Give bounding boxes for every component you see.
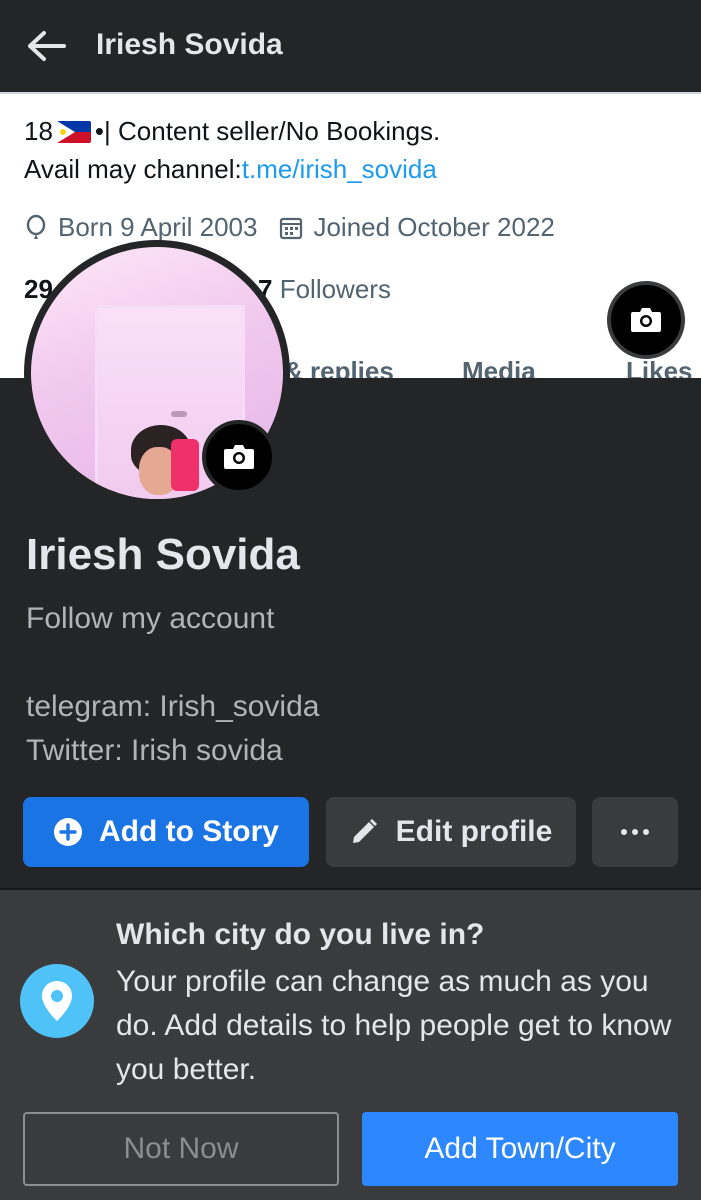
cover-meta: Born 9 April 2003 Joined October 2022 <box>24 212 577 243</box>
more-options-button[interactable] <box>592 797 678 867</box>
pencil-icon <box>352 819 377 843</box>
not-now-button[interactable]: Not Now <box>23 1112 339 1186</box>
add-to-story-button[interactable]: Add to Story <box>23 797 309 867</box>
tab-replies: & replies <box>284 356 394 378</box>
edit-profile-label: Edit profile <box>395 815 553 848</box>
camera-icon <box>224 445 254 469</box>
balloon-icon <box>26 214 46 239</box>
more-dots-icon <box>621 829 649 835</box>
tab-likes: Likes <box>626 356 693 378</box>
edit-profile-picture-button[interactable] <box>202 420 276 494</box>
joined-item: Joined October 2022 <box>279 212 555 243</box>
add-town-city-label: Add Town/City <box>424 1132 616 1165</box>
city-prompt-body: Your profile can change as much as you d… <box>116 965 672 1086</box>
not-now-label: Not Now <box>123 1132 239 1165</box>
age-text: 18 <box>24 116 53 146</box>
tab-media: Media <box>462 356 536 378</box>
avatar-person-phone <box>171 439 199 491</box>
top-bar: Iriesh Sovida <box>0 0 701 92</box>
profile-telegram: telegram: Irish_sovida <box>26 690 320 723</box>
followers-count: 7 Followers <box>258 274 391 305</box>
camera-icon <box>631 308 661 332</box>
calendar-icon <box>280 217 303 239</box>
profile-twitter: Twitter: Irish sovida <box>26 734 283 767</box>
born-item: Born 9 April 2003 <box>24 212 257 243</box>
edit-cover-photo-button[interactable] <box>607 281 685 359</box>
plus-circle-icon <box>54 818 82 846</box>
profile-page: Iriesh Sovida 18 •| Content seller/No Bo… <box>0 0 701 1200</box>
add-to-story-label: Add to Story <box>99 815 279 848</box>
profile-name: Iriesh Sovida <box>26 530 300 579</box>
cover-bio-line2: Avail may channel:t.me/irish_sovida <box>24 154 437 185</box>
back-arrow-icon[interactable] <box>24 26 68 66</box>
edit-profile-button[interactable]: Edit profile <box>326 797 576 867</box>
philippines-flag-icon <box>56 120 91 143</box>
page-title: Iriesh Sovida <box>96 28 283 61</box>
born-text: Born 9 April 2003 <box>58 212 258 242</box>
cover-bio-line1: 18 •| Content seller/No Bookings. <box>24 116 440 147</box>
channel-label: Avail may channel: <box>24 154 242 184</box>
location-pin-icon <box>20 964 94 1038</box>
channel-link: t.me/irish_sovida <box>241 154 437 184</box>
bio-text: •| Content seller/No Bookings. <box>94 116 441 146</box>
avatar-door-knob <box>171 411 187 417</box>
profile-bio: Follow my account <box>26 602 275 635</box>
city-prompt-card: Which city do you live in? Your profile … <box>0 890 701 1200</box>
followers-label: Followers <box>279 274 391 304</box>
add-town-city-button[interactable]: Add Town/City <box>362 1112 678 1186</box>
joined-text: Joined October 2022 <box>313 212 555 242</box>
city-prompt-title: Which city do you live in? <box>116 918 485 951</box>
